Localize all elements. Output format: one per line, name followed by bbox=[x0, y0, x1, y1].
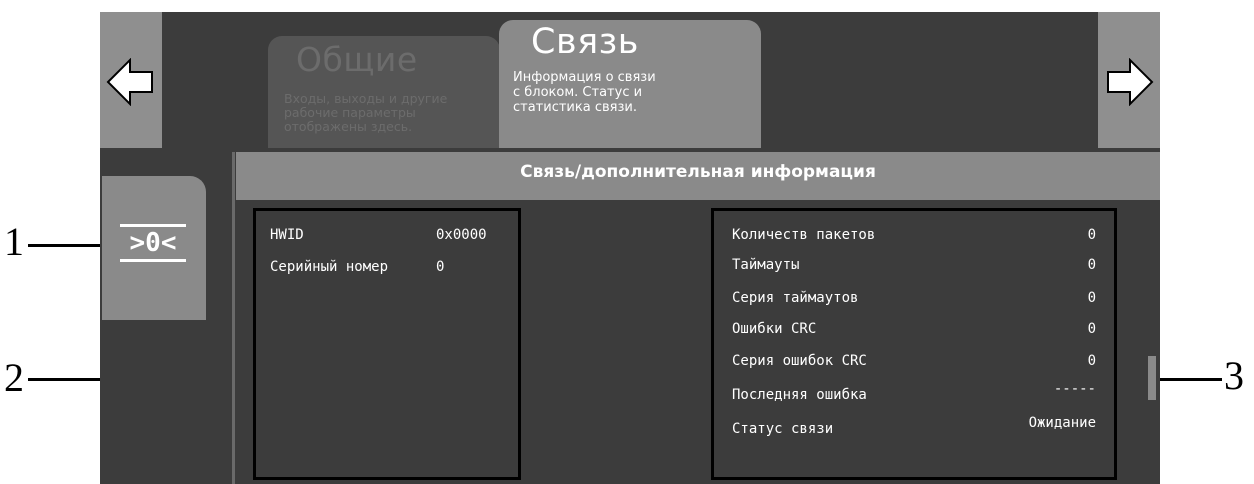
timeout-series-value: 0 bbox=[1087, 290, 1096, 306]
callout-2: 2 bbox=[4, 355, 24, 400]
section-header: Связь/дополнительная информация bbox=[236, 152, 1160, 200]
hwid-label: HWID bbox=[270, 227, 304, 243]
last-error-label: Последняя ошибка bbox=[732, 387, 867, 403]
nav-prev-button[interactable] bbox=[100, 12, 162, 148]
tab-general-description: Входы, выходы и другие рабочие параметры… bbox=[284, 91, 448, 134]
link-status-value: Ожидание bbox=[1028, 415, 1096, 431]
tab-general[interactable]: Общие Входы, выходы и другие рабочие пар… bbox=[268, 36, 500, 148]
tab-general-title: Общие bbox=[296, 40, 418, 79]
serial-label: Серийный номер bbox=[270, 259, 389, 275]
arrow-right-icon bbox=[1107, 58, 1154, 106]
last-error-value: ----- bbox=[1053, 381, 1096, 397]
tab-communication-description: Информация о связи с блоком. Статус и ст… bbox=[513, 70, 656, 115]
crc-errors-label: Ошибки CRC bbox=[732, 321, 817, 337]
callout-1: 1 bbox=[4, 219, 24, 264]
tab-communication-title: Связь bbox=[531, 22, 639, 62]
section-title: Связь/дополнительная информация bbox=[520, 162, 876, 182]
arrow-left-icon bbox=[106, 58, 153, 106]
zero-label: 0 bbox=[145, 228, 161, 258]
crc-errors-value: 0 bbox=[1087, 321, 1096, 337]
comm-stats-panel: Количеств пакетов 0 Таймауты 0 Серия тай… bbox=[711, 208, 1117, 480]
crc-series-label: Серия ошибок CRC bbox=[732, 353, 867, 369]
vertical-divider bbox=[232, 152, 235, 484]
packets-label: Количеств пакетов bbox=[732, 227, 876, 243]
hwid-value: 0x0000 bbox=[436, 227, 487, 243]
crc-series-value: 0 bbox=[1087, 353, 1096, 369]
timeouts-value: 0 bbox=[1087, 257, 1096, 273]
link-status-label: Статус связи bbox=[732, 421, 834, 437]
device-info-panel: HWID 0x0000 Серийный номер 0 bbox=[253, 208, 521, 480]
packets-value: 0 bbox=[1087, 227, 1096, 243]
scrollbar[interactable] bbox=[1148, 356, 1156, 400]
serial-value: 0 bbox=[436, 259, 445, 275]
zero-reset-button[interactable]: >0< bbox=[120, 224, 186, 264]
timeouts-label: Таймауты bbox=[732, 257, 800, 273]
timeout-series-label: Серия таймаутов bbox=[732, 290, 859, 306]
tab-communication[interactable]: Связь Информация о связи с блоком. Стату… bbox=[499, 20, 761, 148]
nav-next-button[interactable] bbox=[1098, 12, 1160, 148]
callout-3: 3 bbox=[1224, 353, 1244, 398]
